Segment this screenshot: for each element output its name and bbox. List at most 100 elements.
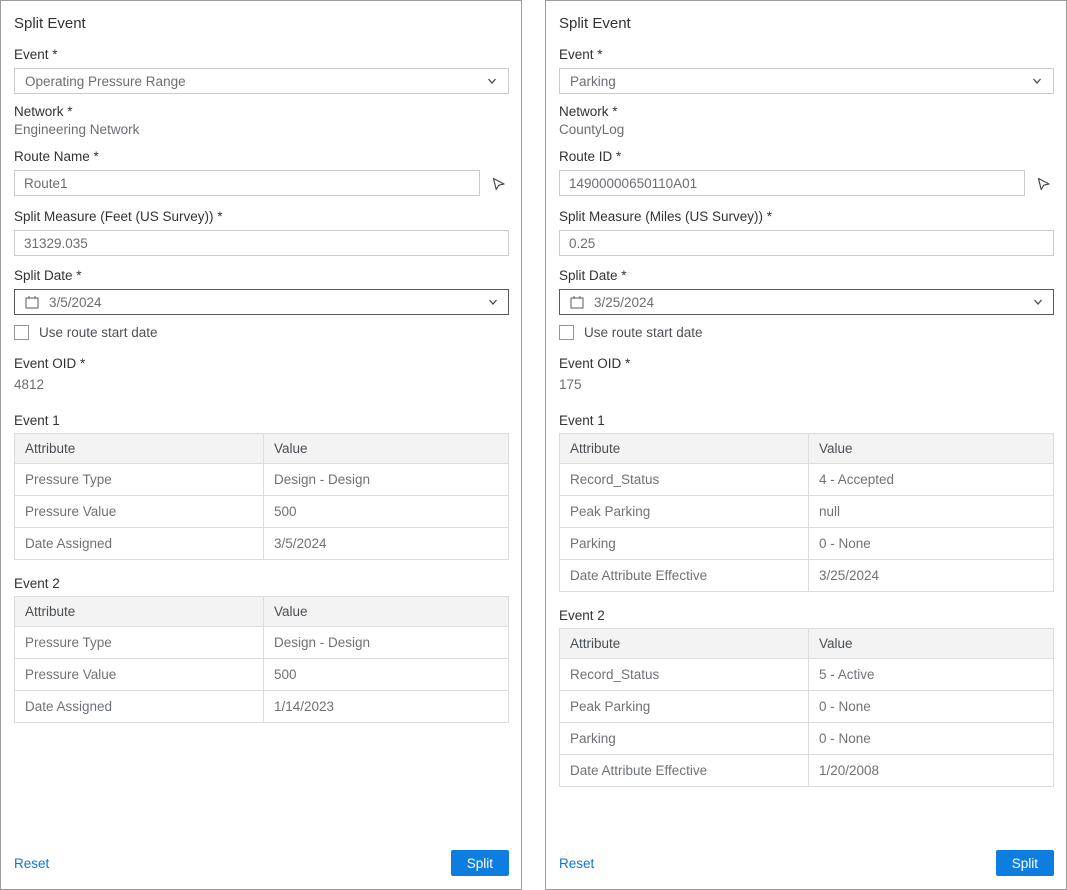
route-input[interactable]	[559, 170, 1025, 196]
pick-arrow-icon	[1035, 175, 1052, 192]
measure-label: Split Measure (Feet (US Survey)) *	[14, 209, 509, 224]
column-header-value: Value	[808, 629, 1053, 659]
measure-input[interactable]	[559, 230, 1054, 256]
table-header-row: Attribute Value	[15, 434, 509, 464]
table-row: Pressure Value 500	[15, 659, 509, 691]
column-header-attribute: Attribute	[15, 434, 264, 464]
use-route-start-date-row: Use route start date	[14, 325, 509, 340]
split-event-dialogs: Split Event Event * Operating Pressure R…	[0, 0, 1067, 890]
event-oid-value: 175	[559, 377, 1054, 392]
column-header-value: Value	[808, 434, 1053, 464]
event1-section-label: Event 1	[559, 413, 1054, 428]
route-label: Route ID *	[559, 149, 1054, 164]
event-oid-label: Event OID *	[14, 356, 509, 371]
value-cell: Design - Design	[263, 627, 508, 659]
value-cell: 3/5/2024	[263, 528, 508, 560]
column-header-attribute: Attribute	[560, 629, 809, 659]
table-row: Record_Status 4 - Accepted	[560, 464, 1054, 496]
date-label: Split Date *	[559, 268, 1054, 283]
calendar-icon	[569, 294, 585, 310]
value-cell: 500	[263, 496, 508, 528]
table-row: Date Attribute Effective 3/25/2024	[560, 560, 1054, 592]
event-label: Event *	[559, 47, 1054, 62]
attribute-cell: Record_Status	[560, 659, 809, 691]
event-oid-value: 4812	[14, 377, 509, 392]
date-value: 3/5/2024	[49, 295, 102, 310]
measure-field-row	[559, 230, 1054, 256]
event2-table: Attribute Value Pressure Type Design - D…	[14, 596, 509, 723]
event-select[interactable]: Parking	[559, 68, 1054, 94]
page-title: Split Event	[14, 15, 509, 32]
table-row: Record_Status 5 - Active	[560, 659, 1054, 691]
split-event-panel-left: Split Event Event * Operating Pressure R…	[0, 0, 522, 890]
event-select-value: Parking	[570, 74, 616, 89]
measure-input[interactable]	[14, 230, 509, 256]
date-value: 3/25/2024	[594, 295, 654, 310]
page-title: Split Event	[559, 15, 1054, 32]
reset-button[interactable]: Reset	[14, 856, 49, 871]
table-row: Parking 0 - None	[560, 528, 1054, 560]
attribute-cell: Parking	[560, 723, 809, 755]
event1-table: Attribute Value Record_Status 4 - Accept…	[559, 433, 1054, 592]
date-picker[interactable]: 3/5/2024	[14, 289, 509, 315]
event-select[interactable]: Operating Pressure Range	[14, 68, 509, 94]
route-input[interactable]	[14, 170, 480, 196]
panel-footer: Reset Split	[14, 850, 509, 876]
chevron-down-icon	[1032, 296, 1044, 308]
use-route-start-date-checkbox[interactable]	[14, 325, 29, 340]
attribute-cell: Peak Parking	[560, 691, 809, 723]
attribute-cell: Pressure Value	[15, 659, 264, 691]
pick-route-button[interactable]	[487, 171, 509, 195]
event-select-value: Operating Pressure Range	[25, 74, 186, 89]
table-header-row: Attribute Value	[560, 434, 1054, 464]
table-row: Peak Parking 0 - None	[560, 691, 1054, 723]
event1-section-label: Event 1	[14, 413, 509, 428]
checkbox-label: Use route start date	[584, 325, 703, 340]
chevron-down-icon	[1031, 75, 1043, 87]
value-cell: 1/14/2023	[263, 691, 508, 723]
split-button[interactable]: Split	[451, 850, 509, 876]
pick-arrow-icon	[490, 175, 507, 192]
value-cell: 0 - None	[808, 691, 1053, 723]
date-picker[interactable]: 3/25/2024	[559, 289, 1054, 315]
column-header-attribute: Attribute	[15, 597, 264, 627]
column-header-value: Value	[263, 597, 508, 627]
attribute-cell: Peak Parking	[560, 496, 809, 528]
value-cell: null	[808, 496, 1053, 528]
reset-button[interactable]: Reset	[559, 856, 594, 871]
split-event-panel-right: Split Event Event * Parking Network * Co…	[545, 0, 1067, 890]
value-cell: Design - Design	[263, 464, 508, 496]
attribute-cell: Record_Status	[560, 464, 809, 496]
event2-section-label: Event 2	[14, 576, 509, 591]
network-value: CountyLog	[559, 122, 1054, 137]
value-cell: 1/20/2008	[808, 755, 1053, 787]
table-row: Date Assigned 3/5/2024	[15, 528, 509, 560]
pick-route-button[interactable]	[1032, 171, 1054, 195]
value-cell: 0 - None	[808, 528, 1053, 560]
value-cell: 4 - Accepted	[808, 464, 1053, 496]
network-value: Engineering Network	[14, 122, 509, 137]
split-button[interactable]: Split	[996, 850, 1054, 876]
use-route-start-date-checkbox[interactable]	[559, 325, 574, 340]
attribute-cell: Pressure Value	[15, 496, 264, 528]
table-row: Pressure Type Design - Design	[15, 627, 509, 659]
panel-footer: Reset Split	[559, 850, 1054, 876]
event2-section-label: Event 2	[559, 608, 1054, 623]
date-label: Split Date *	[14, 268, 509, 283]
table-row: Date Attribute Effective 1/20/2008	[560, 755, 1054, 787]
measure-label: Split Measure (Miles (US Survey)) *	[559, 209, 1054, 224]
attribute-cell: Date Assigned	[15, 691, 264, 723]
route-field-row	[559, 170, 1054, 196]
column-header-attribute: Attribute	[560, 434, 809, 464]
value-cell: 5 - Active	[808, 659, 1053, 691]
chevron-down-icon	[486, 75, 498, 87]
table-row: Parking 0 - None	[560, 723, 1054, 755]
table-row: Peak Parking null	[560, 496, 1054, 528]
event-oid-label: Event OID *	[559, 356, 1054, 371]
network-label: Network *	[14, 104, 509, 119]
table-header-row: Attribute Value	[15, 597, 509, 627]
column-header-value: Value	[263, 434, 508, 464]
attribute-cell: Date Attribute Effective	[560, 560, 809, 592]
event-label: Event *	[14, 47, 509, 62]
attribute-cell: Pressure Type	[15, 627, 264, 659]
